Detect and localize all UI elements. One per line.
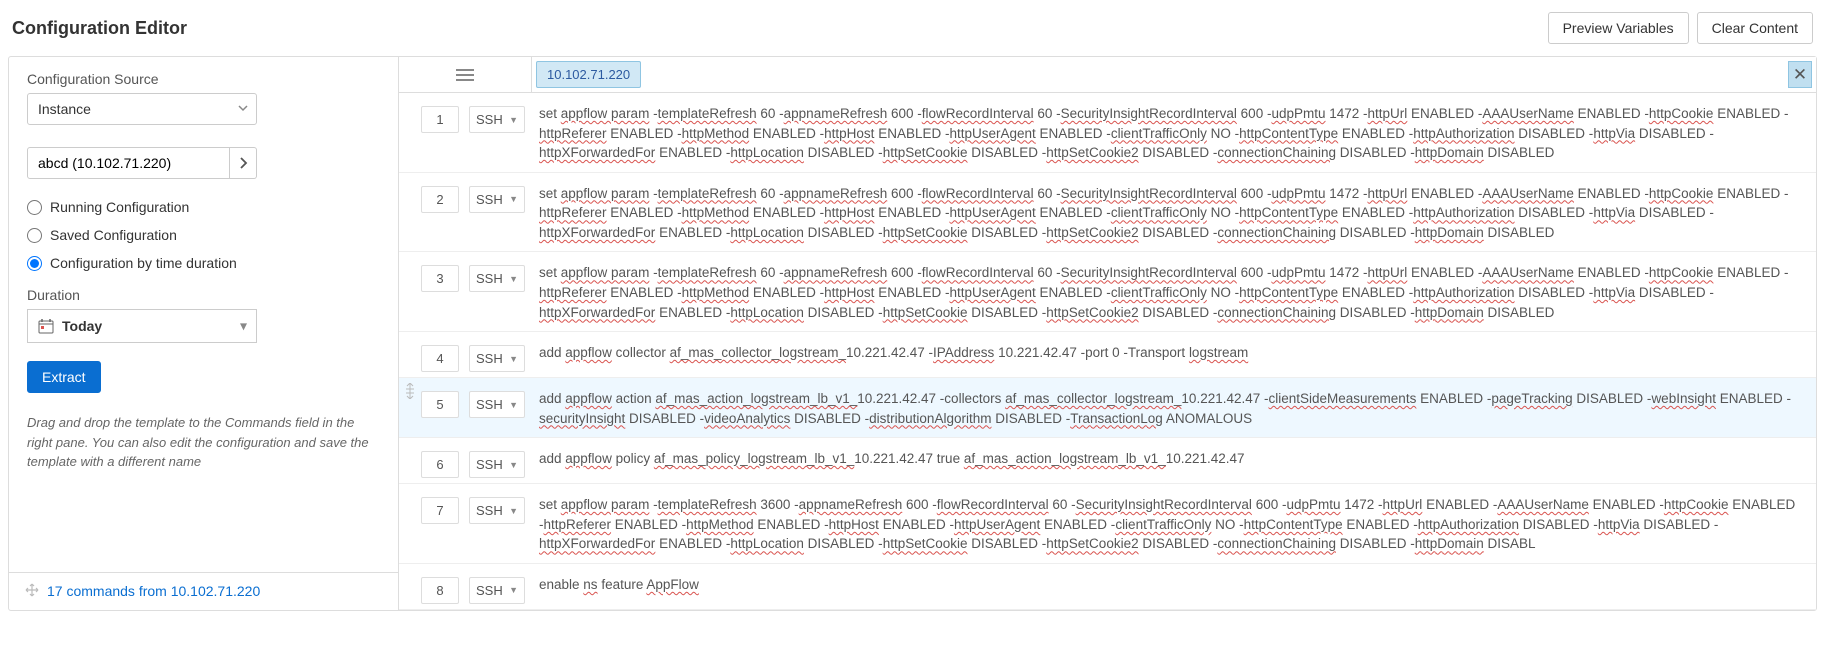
- clear-content-button[interactable]: Clear Content: [1697, 12, 1813, 44]
- command-type-select[interactable]: SSH▼: [469, 577, 525, 604]
- command-text[interactable]: set appflow param -templateRefresh 60 -a…: [539, 178, 1808, 247]
- command-text[interactable]: set appflow param -templateRefresh 3600 …: [539, 489, 1808, 558]
- configuration-source-panel: Configuration Source Instance Running Co…: [9, 57, 399, 610]
- close-icon: ✕: [1793, 65, 1807, 85]
- duration-select[interactable]: Today: [27, 309, 257, 343]
- drag-handle-icon[interactable]: [399, 383, 421, 399]
- duration-label: Duration: [27, 287, 380, 303]
- command-number: 5: [421, 391, 459, 418]
- radio-bytime-label: Configuration by time duration: [50, 255, 237, 271]
- radio-saved-input[interactable]: [27, 228, 42, 243]
- config-source-label: Configuration Source: [27, 71, 380, 87]
- command-number: 3: [421, 265, 459, 292]
- command-type-select[interactable]: SSH▼: [469, 186, 525, 213]
- command-text[interactable]: add appflow action af_mas_action_logstre…: [539, 383, 1808, 432]
- command-number: 1: [421, 106, 459, 133]
- command-row[interactable]: 7 SSH▼ set appflow param -templateRefresh …: [399, 484, 1816, 564]
- command-number: 7: [421, 497, 459, 524]
- command-type-select[interactable]: SSH▼: [469, 265, 525, 292]
- command-row[interactable]: 4 SSH▼ add appflow collector af_mas_collec…: [399, 332, 1816, 378]
- command-text[interactable]: enable ns feature AppFlow: [539, 569, 1808, 599]
- command-row[interactable]: 6 SSH▼ add appflow policy af_mas_policy_lo…: [399, 438, 1816, 484]
- help-text: Drag and drop the template to the Comman…: [27, 413, 380, 472]
- radio-saved-label: Saved Configuration: [50, 227, 177, 243]
- close-tab-button[interactable]: ✕: [1788, 61, 1812, 88]
- command-text[interactable]: add appflow collector af_mas_collector_l…: [539, 337, 1808, 367]
- move-icon: [25, 583, 39, 600]
- command-number: 4: [421, 345, 459, 372]
- command-number: 8: [421, 577, 459, 604]
- commands-panel: 10.102.71.220 ✕ 1 SSH▼ set appflow param -…: [399, 57, 1816, 610]
- radio-bytime-input[interactable]: [27, 256, 42, 271]
- command-row[interactable]: 8 SSH▼ enable ns feature AppFlow: [399, 564, 1816, 610]
- instance-go-button[interactable]: [230, 147, 257, 179]
- command-type-select[interactable]: SSH▼: [469, 106, 525, 133]
- commands-source-link[interactable]: 17 commands from 10.102.71.220: [47, 583, 260, 599]
- extract-button[interactable]: Extract: [27, 361, 101, 393]
- command-type-select[interactable]: SSH▼: [469, 345, 525, 372]
- preview-variables-button[interactable]: Preview Variables: [1548, 12, 1689, 44]
- command-row[interactable]: 5 SSH▼ add appflow action af_mas_action_lo…: [399, 378, 1816, 438]
- command-text[interactable]: set appflow param -templateRefresh 60 -a…: [539, 98, 1808, 167]
- radio-running-label: Running Configuration: [50, 199, 189, 215]
- radio-running-input[interactable]: [27, 200, 42, 215]
- instance-tab[interactable]: 10.102.71.220: [536, 61, 641, 88]
- command-row[interactable]: 2 SSH▼ set appflow param -templateRefresh …: [399, 173, 1816, 253]
- radio-by-time-config[interactable]: Configuration by time duration: [27, 255, 380, 271]
- command-text[interactable]: set appflow param -templateRefresh 60 -a…: [539, 257, 1808, 326]
- command-text[interactable]: add appflow policy af_mas_policy_logstre…: [539, 443, 1808, 473]
- command-row[interactable]: 3 SSH▼ set appflow param -templateRefresh …: [399, 252, 1816, 332]
- calendar-icon: [38, 318, 54, 334]
- radio-saved-config[interactable]: Saved Configuration: [27, 227, 380, 243]
- command-row[interactable]: 1 SSH▼ set appflow param -templateRefresh …: [399, 93, 1816, 173]
- command-number: 6: [421, 451, 459, 478]
- radio-running-config[interactable]: Running Configuration: [27, 199, 380, 215]
- duration-value: Today: [62, 318, 102, 334]
- command-type-select[interactable]: SSH▼: [469, 497, 525, 524]
- page-title: Configuration Editor: [12, 18, 187, 39]
- command-number: 2: [421, 186, 459, 213]
- command-type-select[interactable]: SSH▼: [469, 391, 525, 418]
- chevron-right-icon: [238, 156, 248, 170]
- command-type-select[interactable]: SSH▼: [469, 451, 525, 478]
- config-source-select[interactable]: Instance: [27, 93, 257, 125]
- instance-input[interactable]: [27, 147, 230, 179]
- menu-icon[interactable]: [456, 69, 474, 81]
